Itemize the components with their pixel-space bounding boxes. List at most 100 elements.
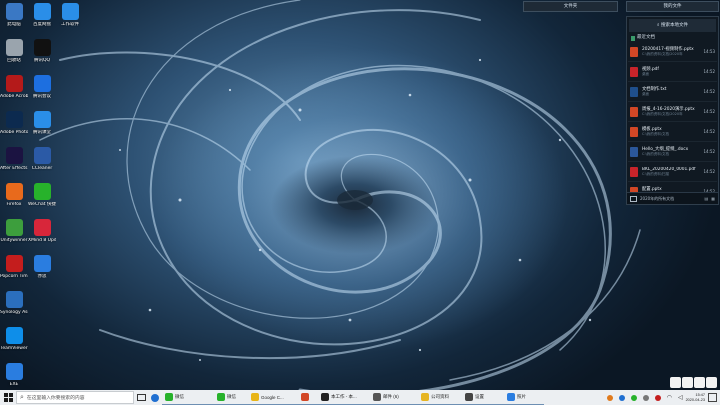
- taskbar-app-label: Google C...: [261, 394, 284, 400]
- desktop-icon[interactable]: 腾讯QQ: [28, 39, 56, 63]
- notification-icon[interactable]: [708, 393, 717, 402]
- tab-my-files[interactable]: 我的文件: [626, 1, 719, 12]
- firefox-icon: [5, 183, 23, 200]
- desktop-icon[interactable]: Adobe Photoshop CC 2019: [0, 111, 28, 135]
- file-time: 14:53: [703, 49, 715, 54]
- desktop-icon[interactable]: 腾讯会议: [28, 75, 56, 99]
- folder-icon: [421, 393, 429, 401]
- ppt-file-icon: [630, 46, 638, 57]
- taskbar-app-button[interactable]: 照片: [504, 390, 544, 405]
- grid-view-icon[interactable]: ▦: [711, 196, 715, 201]
- file-time: 14:52: [703, 89, 715, 94]
- widget-grid-icon[interactable]: [706, 377, 717, 388]
- wallpaper-swirl: [39, 0, 641, 390]
- tray-icon-5[interactable]: [654, 394, 661, 401]
- desktop-icon[interactable]: TeamViewer: [0, 327, 28, 351]
- desktop-icon[interactable]: 亦思: [28, 255, 56, 279]
- desktop-icon-label: Adobe Acrobat DC: [0, 94, 28, 99]
- wifi-icon[interactable]: ◠: [667, 394, 672, 401]
- taskbar-app-list: 微信 微信 Google C... 本工作 - 本... 邮件 (6) 公司资料 设置 照片: [162, 390, 544, 405]
- file-row[interactable]: 周报_4-16-2020演示.pptx C:\我的资料\文档\2020年 14:52: [628, 102, 717, 122]
- desktop-icon-label: XMind 8 Update: [28, 238, 56, 243]
- taskbar-app-button[interactable]: 微信: [162, 390, 214, 405]
- desktop-icon[interactable]: Unitywinner: [0, 219, 28, 243]
- taskbar-app-button[interactable]: 邮件 (6): [370, 390, 418, 405]
- file-row[interactable]: 视频.pdf 桌面 14:52: [628, 62, 717, 82]
- desktop-icon[interactable]: WeChat 快捷方式: [28, 183, 56, 207]
- panel-footer[interactable]: 2020年的所有文档 ▤ ▦: [627, 192, 718, 204]
- desktop-icon[interactable]: Firefox: [0, 183, 28, 207]
- mail-icon: [373, 393, 381, 401]
- taskbar-app-button[interactable]: [298, 390, 318, 405]
- tray-icon-4[interactable]: [642, 394, 649, 401]
- file-location: C:\我的资料\文档\2020年: [642, 112, 683, 116]
- taskbar-app-button[interactable]: 设置: [462, 390, 504, 405]
- tray-icon-1[interactable]: [606, 394, 613, 401]
- desktop-icon[interactable]: Adobe Acrobat DC: [0, 75, 28, 99]
- edge-icon: [151, 393, 159, 402]
- local-file-search-button[interactable]: ⌕ 搜索本地文件: [629, 19, 716, 32]
- taskbar-app-label: 邮件 (6): [383, 394, 399, 399]
- tray-icon-3[interactable]: [630, 394, 637, 401]
- desktop-icon[interactable]: 工作软件: [56, 3, 84, 27]
- wechat-icon: [33, 183, 51, 200]
- taskbar-search-input[interactable]: ⌕ 在这里输入你要搜索的内容: [16, 391, 134, 404]
- desktop-icon-label: 腾讯QQ: [33, 58, 51, 63]
- desktop-icon[interactable]: XMind 8 Update: [28, 219, 56, 243]
- file-row[interactable]: BKL_20200420_0001.pdf C:\我的资料\扫描 14:52: [628, 162, 717, 182]
- widget-add-icon[interactable]: [694, 377, 705, 388]
- recycle-bin-icon: [5, 39, 23, 56]
- wechat-icon: [165, 393, 173, 401]
- widget-settings-icon[interactable]: [682, 377, 693, 388]
- tencent-classroom-icon: [33, 111, 51, 128]
- desktop-icon[interactable]: CCleaner: [28, 147, 56, 171]
- desktop-icon[interactable]: After Effects 中文版: [0, 147, 28, 171]
- desktop-icon-label: 回收站: [7, 58, 21, 63]
- terminal-icon: [321, 393, 329, 401]
- desktop-icon[interactable]: 腾讯课堂: [28, 111, 56, 135]
- desktop-widget-row: [670, 377, 717, 388]
- desktop-icon[interactable]: Synology Assistant: [0, 291, 28, 315]
- desktop-icon[interactable]: EXE: [0, 363, 28, 387]
- volume-icon[interactable]: ◁: [678, 394, 683, 401]
- desktop-icon[interactable]: 此电脑: [0, 3, 28, 27]
- txt-file-icon: [630, 86, 638, 97]
- file-row[interactable]: 模板.pptx C:\我的资料\文档 14:52: [628, 122, 717, 142]
- taskbar-app-button[interactable]: Google C...: [248, 390, 298, 405]
- desktop-icon-label: 工作软件: [61, 22, 79, 27]
- taskbar-app-label: 微信: [227, 394, 236, 399]
- settings-icon: [465, 393, 473, 401]
- taskbar-app-button[interactable]: 本工作 - 本...: [318, 390, 370, 405]
- qq-icon: [33, 39, 51, 56]
- tray-icon-2[interactable]: [618, 394, 625, 401]
- pdf-file-icon: [630, 166, 638, 177]
- list-view-icon[interactable]: ▤: [704, 196, 708, 201]
- edge-taskbar-button[interactable]: [148, 390, 162, 405]
- file-info: 文档制作.txt 桌面: [642, 86, 701, 97]
- desktop-icon[interactable]: 回收站: [0, 39, 28, 63]
- file-time: 14:52: [703, 149, 715, 154]
- file-row[interactable]: 文档制作.txt 桌面 14:52: [628, 82, 717, 102]
- task-view-button[interactable]: [134, 390, 148, 405]
- powerpoint-icon: [301, 393, 309, 401]
- file-time: 14:52: [703, 129, 715, 134]
- file-row[interactable]: Hello_大纲_提纲_.docx C:\我的资料\文档 14:52: [628, 142, 717, 162]
- file-location: C:\我的资料\文档: [642, 132, 669, 136]
- file-info: 周报_4-16-2020演示.pptx C:\我的资料\文档\2020年: [642, 106, 701, 117]
- file-info: 模板.pptx C:\我的资料\文档: [642, 126, 701, 137]
- file-row[interactable]: 20200417-视频制作.pptx C:\我的资料\文档\2020年 14:53: [628, 42, 717, 62]
- tab-folders[interactable]: 文件夹: [523, 1, 618, 12]
- desktop-icon-label: Unitywinner: [0, 238, 28, 243]
- desktop-icon[interactable]: Popcorn Time: [0, 255, 28, 279]
- unity-icon: [5, 219, 23, 236]
- widget-app-icon[interactable]: [670, 377, 681, 388]
- clock[interactable]: 15:47 2020-04-23: [686, 393, 708, 403]
- desktop-icon-label: Adobe Photoshop CC 2019: [0, 130, 28, 135]
- file-location: C:\我的资料\文档: [642, 152, 669, 156]
- start-button[interactable]: [0, 390, 16, 405]
- desktop-icon[interactable]: 百度网盘: [28, 3, 56, 27]
- taskbar-app-button[interactable]: 公司资料: [418, 390, 462, 405]
- taskbar-app-button[interactable]: 微信: [214, 390, 248, 405]
- document-icon: [631, 35, 635, 41]
- after-effects-icon: [5, 147, 23, 164]
